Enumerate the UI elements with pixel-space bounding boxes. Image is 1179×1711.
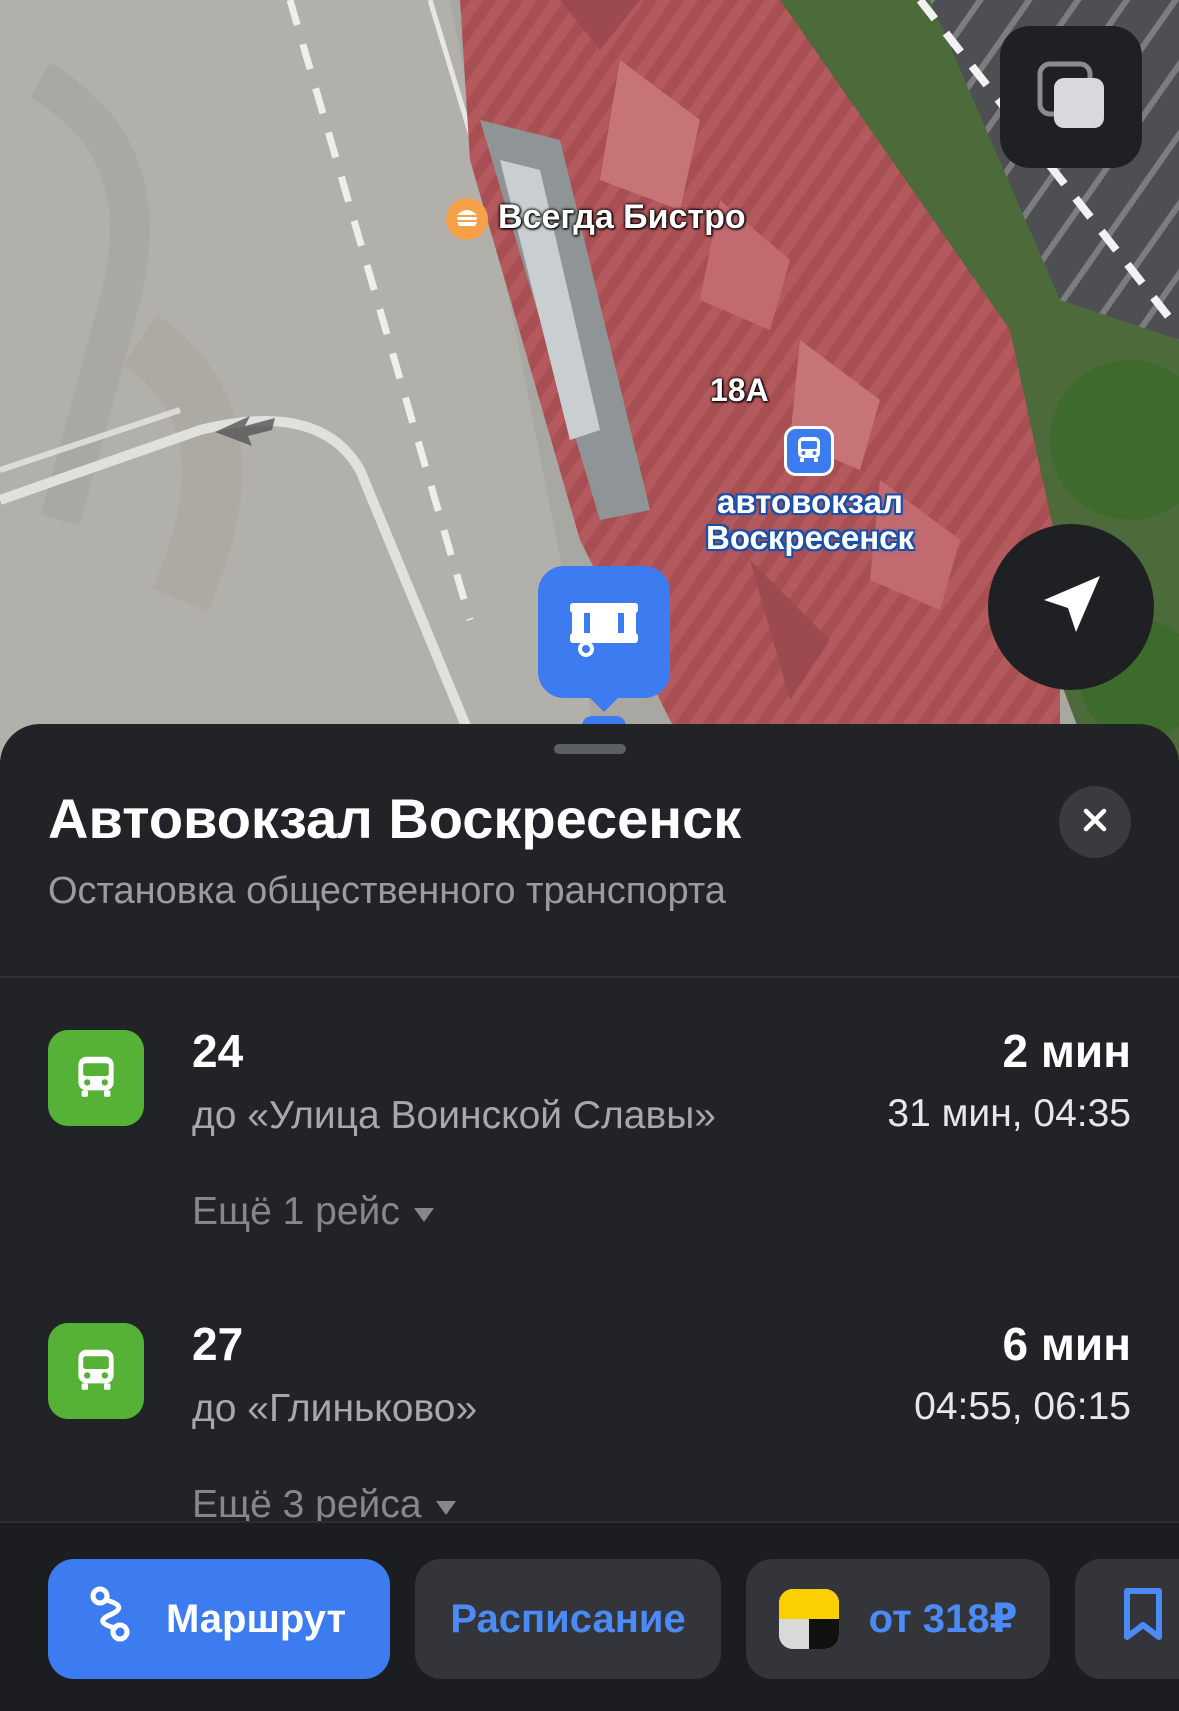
route-destination: до «Улица Воинской Славы» (192, 1094, 716, 1137)
chevron-down-icon (413, 1208, 434, 1222)
route-destination: до «Глиньково» (192, 1387, 478, 1430)
layers-icon (1034, 58, 1108, 137)
bus-stop-marker[interactable] (784, 426, 834, 476)
navigation-arrow-icon (1036, 570, 1106, 645)
map-view[interactable]: Всегда Бистро 18А автовокзал Воскресенск (0, 0, 1179, 760)
my-location-button[interactable] (988, 524, 1154, 690)
action-bar: Маршрут Расписание от 318₽ (0, 1521, 1179, 1711)
close-button[interactable] (1059, 786, 1131, 858)
route-eta: 2 мин (1002, 1025, 1131, 1077)
route-row-24[interactable]: 24 до «Улица Воинской Славы» 2 мин 31 ми… (0, 1014, 1179, 1294)
route-next-times: 04:55, 06:15 (914, 1385, 1131, 1428)
route-27-bus-badge (48, 1323, 144, 1419)
route-eta: 6 мин (1002, 1318, 1131, 1370)
more-trips-toggle[interactable]: Ещё 1 рейс (192, 1190, 434, 1234)
divider (0, 976, 1179, 978)
layers-button[interactable] (1000, 26, 1142, 168)
route-icon (82, 1584, 138, 1654)
schedule-button[interactable]: Расписание (415, 1559, 721, 1679)
route-24-bus-badge (48, 1030, 144, 1126)
taxi-button[interactable]: от 318₽ (746, 1559, 1050, 1679)
sheet-drag-handle[interactable] (554, 744, 626, 754)
taxi-price-label: от 318₽ (868, 1597, 1018, 1641)
yandex-taxi-icon (778, 1589, 839, 1649)
burger-icon (454, 205, 480, 234)
route-number: 27 (192, 1318, 244, 1370)
bookmark-button[interactable] (1075, 1559, 1179, 1679)
close-icon (1082, 807, 1108, 838)
bus-icon (72, 1345, 120, 1398)
schedule-button-label: Расписание (450, 1596, 686, 1641)
selected-stop-pin[interactable] (538, 566, 670, 698)
stop-label-line1: автовокзал (717, 483, 903, 520)
more-trips-label: Ещё 1 рейс (192, 1190, 400, 1233)
stop-subtitle: Остановка общественного транспорта (48, 870, 726, 912)
poi-label[interactable]: Всегда Бистро (498, 198, 746, 237)
pin-tail (586, 694, 622, 712)
route-number: 24 (192, 1025, 244, 1077)
bus-icon (794, 434, 824, 469)
stop-title: Автовокзал Воскресенск (48, 787, 742, 850)
stop-label-line2: Воскресенск (705, 519, 914, 556)
chevron-down-icon (435, 1501, 456, 1515)
bus-station-icon (566, 599, 642, 666)
route-next-times: 31 мин, 04:35 (887, 1092, 1131, 1135)
poi-marker-bistro[interactable] (446, 198, 488, 240)
bus-icon (72, 1052, 120, 1105)
house-number-label: 18А (710, 372, 769, 408)
route-button-label: Маршрут (166, 1596, 347, 1641)
bookmark-icon (1121, 1587, 1165, 1651)
route-button[interactable]: Маршрут (48, 1559, 390, 1679)
stop-label[interactable]: автовокзал Воскресенск (680, 484, 940, 556)
